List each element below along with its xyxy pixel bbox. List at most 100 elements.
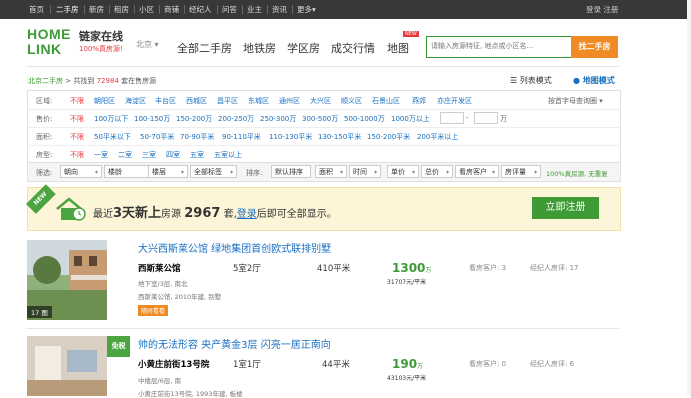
sort-default[interactable]: 默认排序 — [271, 165, 311, 178]
search-input[interactable] — [427, 37, 571, 55]
filter-price-option[interactable]: 250-300万 — [260, 114, 296, 124]
topnav-login-register[interactable]: 登录 注册 — [586, 4, 618, 15]
filter-price-option[interactable]: 不限 — [70, 114, 84, 124]
nav-subway-homes[interactable]: 地铁房 — [243, 40, 276, 56]
sort-unit-price[interactable]: 单价 ▾ — [387, 165, 419, 178]
topnav-ershoufang[interactable]: 二手房 — [56, 4, 79, 15]
filter-area-option[interactable]: 东城区 — [248, 96, 269, 106]
map-mode-toggle[interactable]: ● 地图模式 — [573, 75, 615, 86]
filter-layout-option[interactable]: 五室 — [190, 150, 204, 160]
filter-size-option[interactable]: 50平米以下 — [94, 132, 131, 142]
breadcrumb-home[interactable]: 北京二手房 — [28, 77, 63, 85]
homelink-logo[interactable]: HOME LINK 链家在线 100%真房源! — [27, 26, 129, 58]
filter-size-option[interactable]: 110-130平米 — [269, 132, 312, 142]
filter-size-option[interactable]: 70-90平米 — [180, 132, 214, 142]
listing-building-info: 小黄庄前街13号院, 1993年建, 板楼 — [138, 390, 243, 398]
filter-size-option[interactable]: 不限 — [70, 132, 84, 142]
filter-area-option[interactable]: 昌平区 — [217, 96, 238, 106]
listing-photo[interactable] — [27, 336, 107, 396]
filter-area-alphabet-dropdown[interactable]: 按首字母查询圈 ▾ — [548, 96, 603, 106]
filter-layout-option[interactable]: 四室 — [166, 150, 180, 160]
orientation-dropdown[interactable]: 朝向 ▾ — [60, 165, 102, 178]
filter-price-option[interactable]: 150-200万 — [176, 114, 212, 124]
list-mode-toggle[interactable]: ☰ 列表模式 — [510, 75, 552, 86]
nav-all-ershoufang[interactable]: 全部二手房 — [177, 40, 232, 56]
topnav-zufang[interactable]: 租房 — [114, 4, 129, 15]
listing-floor-orientation: 地下室/3层, 南北 — [138, 280, 188, 288]
total-price-unit: 万 — [417, 363, 424, 370]
search-button[interactable]: 找二手房 — [571, 36, 618, 58]
listing-rooms: 1室1厅 — [233, 360, 261, 370]
price-min-input[interactable] — [440, 112, 464, 124]
filter-area-option[interactable]: 西城区 — [186, 96, 207, 106]
topnav-zixun[interactable]: 资讯 — [272, 4, 287, 15]
listing-title[interactable]: 帅的无法形容 央产黄金3层 闪亮一居正南向 — [138, 336, 331, 351]
tags-dropdown-label: 全部标签 — [194, 168, 222, 176]
topnav-home[interactable]: 首页 — [29, 4, 44, 15]
register-now-button[interactable]: 立即注册 — [532, 197, 599, 219]
topnav-separator — [84, 5, 85, 14]
filter-price-option[interactable]: 200-250万 — [218, 114, 254, 124]
sort-area[interactable]: 面积 ▾ — [315, 165, 347, 178]
filter-area-option[interactable]: 丰台区 — [155, 96, 176, 106]
filter-label-area: 区域: — [36, 97, 53, 105]
filter-area-option[interactable]: 石景山区 — [372, 96, 400, 106]
topnav-more[interactable]: 更多▾ — [297, 4, 316, 15]
banner-count: 2967 — [184, 206, 221, 221]
result-suffix: 套在售房源 — [121, 77, 157, 85]
listing-community-name[interactable]: 小黄庄前街13号院 — [138, 358, 209, 370]
city-selector[interactable]: 北京 ▾ — [136, 39, 159, 50]
filter-area-option[interactable]: 通州区 — [279, 96, 300, 106]
topnav-yezhu[interactable]: 业主 — [247, 4, 262, 15]
topnav-jingjiren[interactable]: 经纪人 — [189, 4, 212, 15]
reviews-count: 6 — [569, 360, 575, 368]
filter-area-option[interactable]: 朝阳区 — [94, 96, 115, 106]
topnav-shangpu[interactable]: 商铺 — [164, 4, 179, 15]
filter-area-option[interactable]: 燕郊 — [412, 96, 426, 106]
floor-dropdown[interactable]: 楼层 ▾ — [148, 165, 188, 178]
filter-layout-option[interactable]: 二室 — [118, 150, 132, 160]
filter-price-option[interactable]: 1000万以上 — [391, 114, 430, 124]
breadcrumb-sep: > — [65, 77, 72, 85]
filter-size-option[interactable]: 50-70平米 — [140, 132, 174, 142]
new-listings-banner: NEW 最近3天新上房源 2967 套,登录后即可全部显示。 立即注册 — [26, 184, 621, 231]
window-scrollbar[interactable] — [687, 0, 691, 396]
filter-area-option[interactable]: 海淀区 — [125, 96, 146, 106]
viewers-count: 0 — [501, 360, 507, 368]
filter-size-option[interactable]: 150-200平米 — [367, 132, 410, 142]
listing-title[interactable]: 大兴西斯莱公馆 绿地集团首创欧式联排别墅 — [138, 240, 331, 255]
filter-layout-option[interactable]: 五室以上 — [214, 150, 242, 160]
tags-dropdown[interactable]: 全部标签 ▾ — [190, 165, 237, 178]
filter-layout-option[interactable]: 不限 — [70, 150, 84, 160]
filter-size-option[interactable]: 200平米以上 — [417, 132, 458, 142]
banner-login-link[interactable]: 登录 — [237, 209, 257, 220]
listing-community-name[interactable]: 西斯莱公馆 — [138, 262, 181, 274]
filter-price-option[interactable]: 300-500万 — [302, 114, 338, 124]
filter-layout-option[interactable]: 三室 — [142, 150, 156, 160]
topnav-separator — [109, 5, 110, 14]
sort-viewers[interactable]: 看房客户 ▾ — [455, 165, 499, 178]
topnav-xiaoqu[interactable]: 小区 — [139, 4, 154, 15]
price-max-input[interactable] — [474, 112, 498, 124]
filter-area-option[interactable]: 顺义区 — [341, 96, 362, 106]
sort-time[interactable]: 时间 ▾ — [349, 165, 381, 178]
topnav-xinfang[interactable]: 新房 — [89, 4, 104, 15]
photo-count-badge: 17 图 — [27, 306, 52, 318]
filter-price-option[interactable]: 500-1000万 — [344, 114, 385, 124]
filter-size-option[interactable]: 90-110平米 — [222, 132, 261, 142]
nav-school-district[interactable]: 学区房 — [287, 40, 320, 56]
topnav-wenda[interactable]: 问答 — [222, 4, 237, 15]
filter-price-option[interactable]: 100-150万 — [134, 114, 170, 124]
filter-area-option[interactable]: 大兴区 — [310, 96, 331, 106]
filter-price-option[interactable]: 100万以下 — [94, 114, 128, 124]
filter-layout-option[interactable]: 一室 — [94, 150, 108, 160]
nav-map[interactable]: 地图 — [387, 40, 409, 56]
filter-area-option[interactable]: 不限 — [70, 96, 84, 106]
banner-pre: 最近 — [93, 209, 113, 220]
filter-area-option[interactable]: 亦庄开发区 — [437, 96, 472, 106]
nav-deal-market[interactable]: 成交行情 — [331, 40, 375, 56]
filter-size-option[interactable]: 130-150平米 — [318, 132, 361, 142]
sort-total-price[interactable]: 总价 ▾ — [421, 165, 453, 178]
topnav-separator — [217, 5, 218, 14]
sort-reviews[interactable]: 房评量 ▾ — [501, 165, 541, 178]
